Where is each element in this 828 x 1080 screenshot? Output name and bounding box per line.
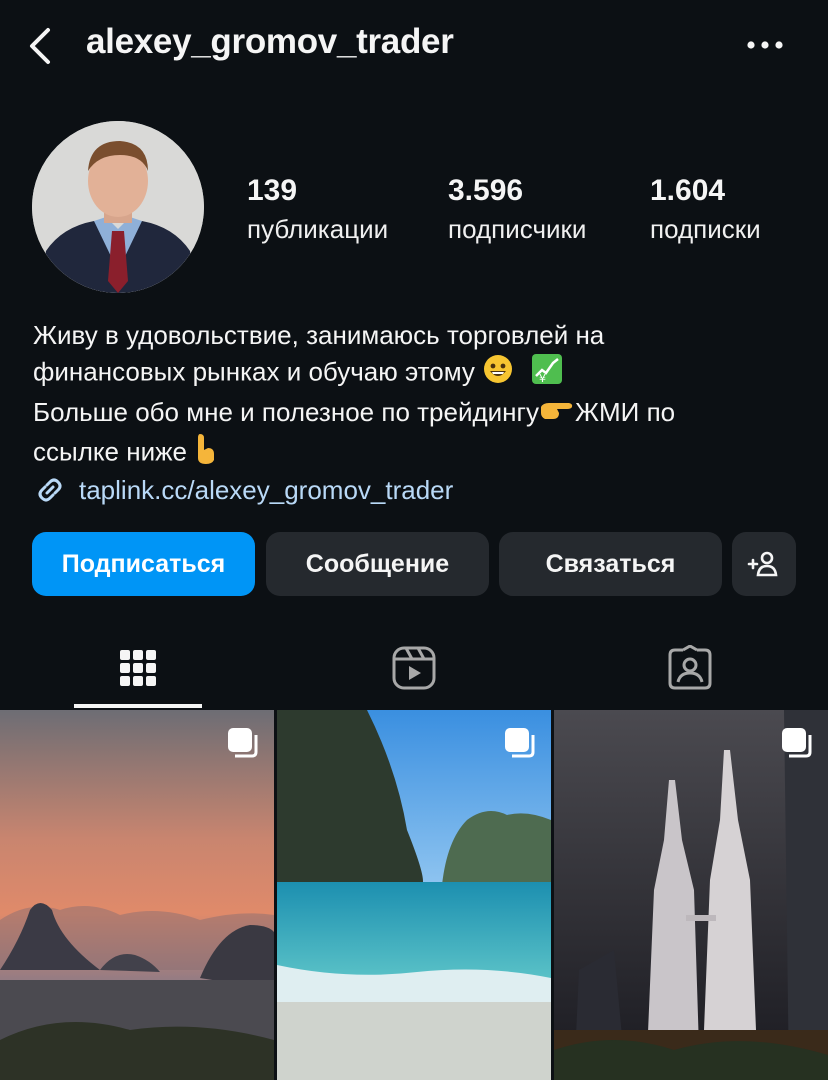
- grid-icon: [120, 650, 156, 686]
- post-tile[interactable]: [554, 710, 828, 1080]
- stat-posts-label: публикации: [247, 214, 389, 244]
- bio-line-4-text: ссылке ниже: [33, 436, 187, 467]
- carousel-icon: [782, 728, 812, 758]
- stat-posts-value: 139: [247, 174, 298, 207]
- back-icon[interactable]: [22, 24, 62, 68]
- point-down-emoji-icon: [194, 432, 218, 475]
- chart-emoji-icon: ¥: [531, 353, 563, 394]
- contact-button[interactable]: Связаться: [499, 532, 722, 596]
- message-button[interactable]: Сообщение: [266, 532, 489, 596]
- tab-posts-grid[interactable]: [68, 628, 208, 708]
- bio-line-3: Больше обо мне и полезное по трейдингу Ж…: [33, 394, 803, 432]
- stat-followers-label: подписчики: [448, 214, 587, 244]
- post-image-sunset: [0, 710, 274, 1080]
- post-image-beach: [277, 710, 551, 1080]
- bio: Живу в удовольствие, занимаюсь торговлей…: [33, 317, 803, 475]
- stat-followers-value: 3.596: [448, 174, 524, 207]
- tab-tagged[interactable]: [620, 628, 760, 708]
- posts-grid: [0, 710, 828, 1080]
- suggested-people-button[interactable]: [732, 532, 796, 596]
- more-icon[interactable]: [740, 30, 790, 60]
- profile-link-text: taplink.cc/alexey_gromov_trader: [79, 474, 454, 505]
- tagged-icon: [668, 645, 712, 690]
- stat-following-value: 1.604: [650, 174, 726, 207]
- bio-line-4: ссылке ниже: [33, 432, 803, 475]
- stat-following-label: подписки: [650, 214, 761, 244]
- bio-line-3-end: ЖМИ по: [575, 397, 676, 427]
- point-right-emoji-icon: [539, 396, 575, 432]
- grin-emoji-icon: [482, 353, 514, 394]
- tab-reels[interactable]: [344, 628, 484, 708]
- stat-posts: 139 публикации: [247, 172, 388, 248]
- post-tile[interactable]: [0, 710, 274, 1080]
- reels-icon: [392, 646, 436, 690]
- bio-line-3-text: Больше обо мне и полезное по трейдингу: [33, 397, 540, 427]
- carousel-icon: [505, 728, 535, 758]
- bio-line-1: Живу в удовольствие, занимаюсь торговлей…: [33, 320, 605, 350]
- stat-followers[interactable]: 3.596 подписчики: [448, 172, 586, 248]
- follow-button[interactable]: Подписаться: [32, 532, 255, 596]
- link-icon: [38, 478, 62, 502]
- bio-line-2: финансовых рынках и обучаю этому ¥: [33, 353, 803, 394]
- add-person-icon: [747, 551, 778, 577]
- post-tile[interactable]: [277, 710, 551, 1080]
- stat-following[interactable]: 1.604 подписки: [650, 172, 761, 248]
- profile-tabs: [0, 628, 828, 708]
- svg-text:¥: ¥: [539, 372, 546, 385]
- carousel-icon: [228, 728, 258, 758]
- bio-line-2-text: финансовых рынках и обучаю этому: [33, 356, 475, 387]
- username-title: alexey_gromov_trader: [86, 22, 454, 61]
- avatar[interactable]: [32, 121, 204, 293]
- profile-link[interactable]: taplink.cc/alexey_gromov_trader: [33, 470, 453, 510]
- top-bar: alexey_gromov_trader: [0, 0, 828, 90]
- selected-tab-indicator: [74, 704, 202, 708]
- post-image-towers: [554, 710, 828, 1080]
